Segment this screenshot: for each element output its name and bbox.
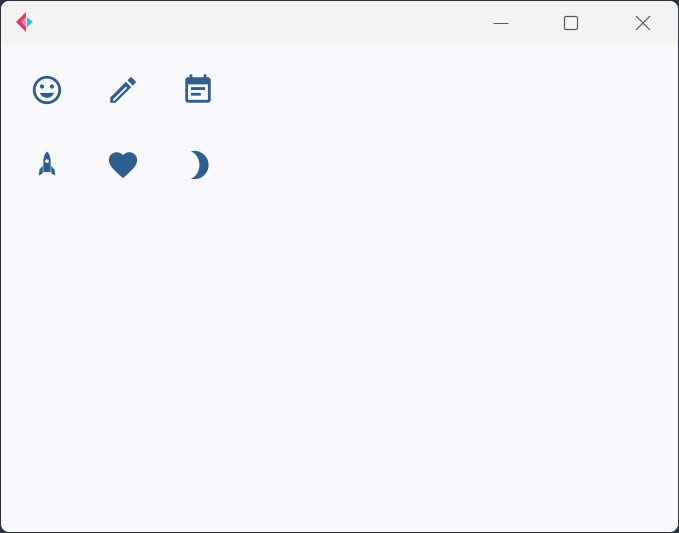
- maximize-icon: [563, 15, 579, 31]
- calendar-icon: [178, 70, 218, 110]
- minimize-button[interactable]: [467, 1, 535, 45]
- close-button[interactable]: [609, 1, 677, 45]
- app-window: [1, 1, 678, 532]
- smiley-face-icon: [27, 70, 67, 110]
- pencil-icon: [103, 70, 143, 110]
- maximize-button[interactable]: [537, 1, 605, 45]
- close-icon: [635, 15, 651, 31]
- crescent-moon-icon: [178, 145, 218, 185]
- rocket-icon: [27, 145, 67, 185]
- minimize-icon: [493, 15, 509, 31]
- title-bar[interactable]: [1, 1, 678, 45]
- heart-icon: [103, 145, 143, 185]
- app-logo-icon: [15, 11, 35, 33]
